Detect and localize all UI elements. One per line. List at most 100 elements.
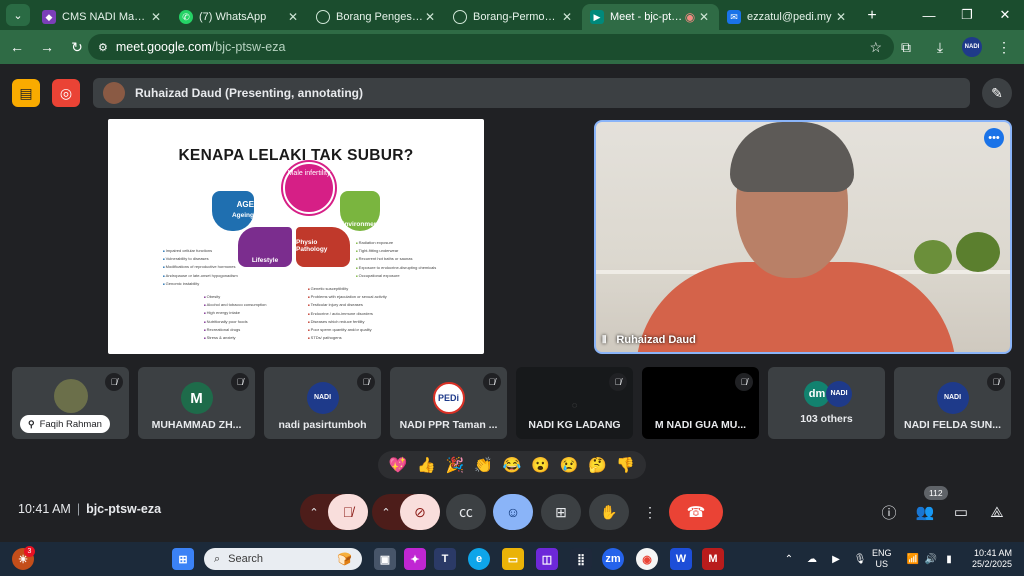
participant-tile[interactable]: ◌ 🎙̸ NADI KG LADANG bbox=[516, 367, 633, 439]
word-icon[interactable]: W bbox=[670, 548, 692, 570]
mcafee-icon[interactable]: M bbox=[702, 548, 724, 570]
nadi-logo: NADI bbox=[936, 382, 969, 414]
presenter-name-label: ⦀ Ruhaizad Daud bbox=[602, 334, 696, 346]
window-controls: — ❐ ✕ bbox=[910, 0, 1024, 30]
people-icon[interactable]: 👥 bbox=[911, 498, 939, 526]
captions-off-icon[interactable]: ▤ bbox=[12, 79, 40, 107]
slide-list-item: Diseases which reduce fertility bbox=[308, 318, 387, 326]
chevron-up-icon[interactable]: ⌃ bbox=[300, 506, 328, 519]
restore-icon[interactable]: ❐ bbox=[948, 7, 986, 23]
presenter-avatar bbox=[103, 82, 125, 104]
tab-meet[interactable]: ▶ Meet - bjc-ptsw- ◉ ✕ bbox=[582, 4, 719, 30]
present-screen-button[interactable]: ⊞ bbox=[541, 494, 581, 530]
extensions-icon[interactable]: ⧉ bbox=[894, 34, 918, 60]
chat-icon[interactable]: ▭ bbox=[947, 498, 975, 526]
tab-whatsapp[interactable]: ✆ (7) WhatsApp ✕ bbox=[171, 4, 308, 30]
reaction-party[interactable]: 🎉 bbox=[446, 456, 465, 474]
mic-off-button[interactable]: 🎙̸ bbox=[328, 494, 368, 530]
onedrive-icon[interactable]: ☁ bbox=[800, 554, 824, 565]
reaction-thinking[interactable]: 🤔 bbox=[588, 456, 607, 474]
tab-cms-nadi[interactable]: ◆ CMS NADI Manager ✕ bbox=[34, 4, 171, 30]
edge-icon[interactable]: e bbox=[468, 548, 490, 570]
minimize-icon[interactable]: — bbox=[910, 8, 948, 23]
file-explorer-icon[interactable]: ▭ bbox=[502, 548, 524, 570]
captions-button[interactable]: ㏄ bbox=[446, 494, 486, 530]
meeting-info-icon[interactable]: ⓘ bbox=[875, 498, 903, 526]
tab-search-chevron-icon[interactable]: ⌄ bbox=[6, 4, 30, 26]
browser-tab-strip: ⌄ ◆ CMS NADI Manager ✕ ✆ (7) WhatsApp ✕ … bbox=[0, 0, 1024, 30]
raise-hand-button[interactable]: ✋ bbox=[589, 494, 629, 530]
address-bar[interactable]: ⚙ meet.google.com/bjc-ptsw-eza ☆ bbox=[88, 34, 894, 60]
reaction-clap[interactable]: 👏 bbox=[474, 456, 493, 474]
browser-menu-icon[interactable]: ⋮ bbox=[992, 34, 1016, 60]
more-options-icon[interactable]: ⋮ bbox=[640, 494, 660, 530]
app-grid-icon[interactable]: ⣿ bbox=[570, 548, 592, 570]
participant-tile-others[interactable]: dm NADI 103 others bbox=[768, 367, 885, 439]
participant-tile[interactable]: NADI 🎙̸ NADI FELDA SUN... bbox=[894, 367, 1011, 439]
bookmark-star-icon[interactable]: ☆ bbox=[869, 39, 882, 56]
slide-list-item: Occupational exposure bbox=[356, 272, 436, 280]
participant-name: NADI KG LADANG bbox=[528, 419, 621, 431]
reaction-heart[interactable]: 💖 bbox=[389, 456, 408, 474]
tab-borang-pengesahan[interactable]: Borang Pengesahan T ✕ bbox=[308, 4, 445, 30]
tab-label: Borang Pengesahan T bbox=[336, 11, 423, 23]
slide-center-circle: Male infertility bbox=[283, 162, 335, 214]
quick-settings[interactable]: 📶 🔊 ▮ bbox=[904, 542, 958, 576]
close-window-icon[interactable]: ✕ bbox=[986, 7, 1024, 23]
participant-tile[interactable]: PEDi 🎙̸ NADI PPR Taman ... bbox=[390, 367, 507, 439]
meeting-clock: 10:41 AM | bjc-ptsw-eza bbox=[18, 502, 161, 516]
participant-photo bbox=[53, 379, 88, 413]
task-view-icon[interactable]: ▣ bbox=[374, 548, 396, 570]
activities-icon[interactable]: ⟁ bbox=[983, 498, 1011, 526]
participant-tile[interactable]: NADI 🎙̸ nadi pasirtumboh bbox=[264, 367, 381, 439]
zoom-icon[interactable]: zm bbox=[602, 548, 624, 570]
new-tab-button[interactable]: + bbox=[860, 4, 884, 28]
copilot-icon[interactable]: ✦ bbox=[404, 548, 426, 570]
leave-call-button[interactable]: ☎ bbox=[669, 494, 723, 530]
tile-more-options-icon[interactable]: ••• bbox=[984, 128, 1004, 148]
close-icon[interactable]: ✕ bbox=[697, 10, 711, 24]
participant-name: 103 others bbox=[800, 413, 853, 425]
reaction-laugh[interactable]: 😂 bbox=[503, 456, 522, 474]
store-icon[interactable]: ◫ bbox=[536, 548, 558, 570]
forward-icon[interactable]: → bbox=[34, 34, 60, 60]
close-icon[interactable]: ✕ bbox=[423, 10, 437, 24]
reaction-thumbs-up[interactable]: 👍 bbox=[417, 456, 436, 474]
reaction-surprised[interactable]: 😮 bbox=[531, 456, 550, 474]
microphone-icon[interactable]: 🎙 bbox=[848, 554, 872, 565]
taskbar-search-input[interactable]: ⌕ Search 🍞 bbox=[204, 548, 362, 570]
presenter-video-tile[interactable]: ••• ⦀ Ruhaizad Daud bbox=[594, 120, 1012, 354]
chrome-icon[interactable]: ◉ bbox=[636, 548, 658, 570]
language-indicator[interactable]: ENG US bbox=[872, 548, 892, 570]
meet-tray-icon[interactable]: ▶ bbox=[824, 554, 848, 565]
tab-borang-permohonan[interactable]: Borang-Permohonan ✕ bbox=[445, 4, 582, 30]
emoji-reactions-button[interactable]: ☺ bbox=[493, 494, 533, 530]
participant-tile[interactable]: 🎙̸ M NADI GUA MU... bbox=[642, 367, 759, 439]
chevron-up-icon[interactable]: ⌃ bbox=[778, 554, 800, 565]
participant-name: M NADI GUA MU... bbox=[654, 419, 747, 431]
mic-control[interactable]: ⌃ 🎙̸ bbox=[300, 494, 368, 530]
system-clock[interactable]: 10:41 AM 25/2/2025 bbox=[968, 548, 1012, 570]
participant-tile[interactable]: M 🎙̸ MUHAMMAD ZH... bbox=[138, 367, 255, 439]
chevron-up-icon[interactable]: ⌃ bbox=[372, 506, 400, 519]
close-icon[interactable]: ✕ bbox=[560, 10, 574, 24]
close-icon[interactable]: ✕ bbox=[149, 10, 163, 24]
profile-avatar[interactable]: NADI bbox=[962, 37, 982, 57]
reaction-thumbs-down[interactable]: 👎 bbox=[616, 456, 635, 474]
back-icon[interactable]: ← bbox=[4, 34, 30, 60]
close-icon[interactable]: ✕ bbox=[834, 10, 848, 24]
tab-email[interactable]: ✉ ezzatul@pedi.my ✕ bbox=[719, 4, 856, 30]
camera-off-button[interactable]: ⊘ bbox=[400, 494, 440, 530]
download-icon[interactable]: ⤓ bbox=[928, 34, 952, 60]
participant-tile[interactable]: 🎙̸ ⚲ Faqih Rahman bbox=[12, 367, 129, 439]
windows-start-icon[interactable]: ⊞ bbox=[172, 548, 194, 570]
reaction-sad[interactable]: 😢 bbox=[560, 456, 579, 474]
camera-control[interactable]: ⌃ ⊘ bbox=[372, 494, 440, 530]
reload-icon[interactable]: ↻ bbox=[64, 34, 90, 60]
site-info-icon[interactable]: ⚙ bbox=[98, 41, 108, 54]
slide-list-item: Genetic susceptibility bbox=[308, 285, 387, 293]
recording-button[interactable]: ◎ bbox=[52, 79, 80, 107]
teams-icon[interactable]: T bbox=[434, 548, 456, 570]
close-icon[interactable]: ✕ bbox=[286, 10, 300, 24]
annotate-pen-icon[interactable]: ✎ bbox=[982, 78, 1012, 108]
